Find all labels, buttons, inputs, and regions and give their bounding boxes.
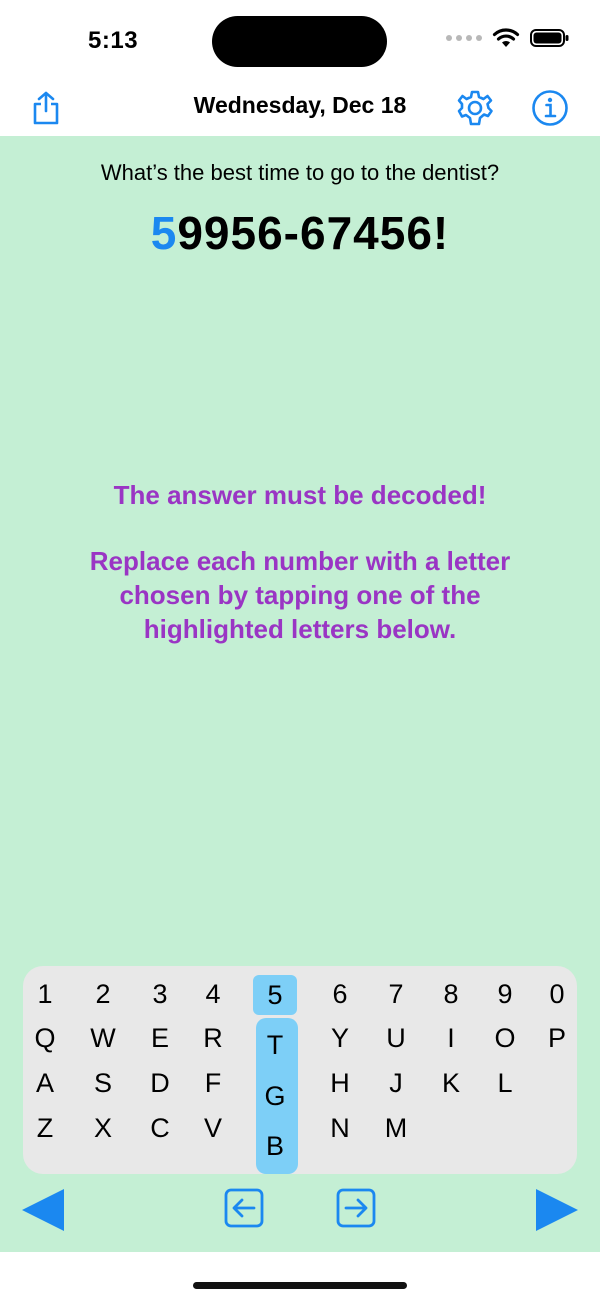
gear-icon [457, 90, 493, 126]
encoded-digits[interactable]: 9956-67456! [177, 207, 449, 259]
key-0[interactable]: 0 [535, 974, 579, 1014]
cursor-left-button[interactable] [224, 1188, 264, 1228]
cursor-right-button[interactable] [336, 1188, 376, 1228]
arrow-left-icon [232, 1198, 256, 1218]
key-t[interactable]: T [253, 1025, 297, 1065]
key-9[interactable]: 9 [483, 974, 527, 1014]
home-indicator [193, 1282, 407, 1289]
battery-icon [530, 29, 569, 47]
wifi-icon [492, 28, 520, 47]
instructions-line-1: The answer must be decoded! [113, 480, 487, 510]
key-2[interactable]: 2 [81, 974, 125, 1014]
key-4[interactable]: 4 [191, 974, 235, 1014]
instructions: The answer must be decoded! Replace each… [60, 478, 540, 678]
key-o[interactable]: O [483, 1018, 527, 1058]
dynamic-island [212, 16, 387, 67]
arrow-right-icon [344, 1198, 368, 1218]
key-v[interactable]: V [191, 1108, 235, 1148]
status-bar: 5:13 [0, 0, 600, 80]
key-8[interactable]: 8 [429, 974, 473, 1014]
key-w[interactable]: W [81, 1018, 125, 1058]
signal-icon [446, 35, 482, 41]
previous-arrow-button[interactable] [20, 1186, 68, 1234]
key-x[interactable]: X [81, 1108, 125, 1148]
key-s[interactable]: S [81, 1063, 125, 1103]
key-f[interactable]: F [191, 1063, 235, 1103]
instructions-line-2: Replace each number with a letter chosen… [89, 546, 511, 644]
info-button[interactable] [528, 86, 572, 130]
page-title: Wednesday, Dec 18 [193, 92, 407, 118]
key-r[interactable]: R [191, 1018, 235, 1058]
key-7[interactable]: 7 [374, 974, 418, 1014]
key-u[interactable]: U [374, 1018, 418, 1058]
triangle-right-icon [536, 1189, 578, 1231]
next-arrow-button[interactable] [532, 1186, 580, 1234]
key-y[interactable]: Y [318, 1018, 362, 1058]
key-i[interactable]: I [429, 1018, 473, 1058]
key-5[interactable]: 5 [253, 975, 297, 1015]
key-j[interactable]: J [374, 1063, 418, 1103]
encoded-answer: 59956-67456! [0, 206, 600, 260]
key-e[interactable]: E [138, 1018, 182, 1058]
triangle-left-icon [22, 1189, 64, 1231]
puzzle-question: What’s the best time to go to the dentis… [100, 160, 500, 185]
letter-keyboard: 1234567890 QWERTYUIOP ASDFGHJKL ZXCVBNM [23, 966, 577, 1174]
key-l[interactable]: L [483, 1063, 527, 1103]
key-m[interactable]: M [374, 1108, 418, 1148]
key-a[interactable]: A [23, 1063, 67, 1103]
key-n[interactable]: N [318, 1108, 362, 1148]
key-c[interactable]: C [138, 1108, 182, 1148]
settings-button[interactable] [453, 86, 497, 130]
status-time: 5:13 [88, 27, 139, 54]
key-z[interactable]: Z [23, 1108, 67, 1148]
key-g[interactable]: G [253, 1076, 297, 1116]
key-b[interactable]: B [253, 1126, 297, 1166]
encoded-digit-selected[interactable]: 5 [151, 207, 178, 259]
info-icon [532, 90, 568, 126]
status-icons [446, 28, 570, 48]
key-q[interactable]: Q [23, 1018, 67, 1058]
key-1[interactable]: 1 [23, 974, 67, 1014]
nav-bar: Wednesday, Dec 18 [0, 80, 600, 136]
key-3[interactable]: 3 [138, 974, 182, 1014]
key-h[interactable]: H [318, 1063, 362, 1103]
key-p[interactable]: P [535, 1018, 579, 1058]
key-6[interactable]: 6 [318, 974, 362, 1014]
home-area [0, 1252, 600, 1300]
puzzle-area: What’s the best time to go to the dentis… [0, 136, 600, 1252]
key-d[interactable]: D [138, 1063, 182, 1103]
key-k[interactable]: K [429, 1063, 473, 1103]
